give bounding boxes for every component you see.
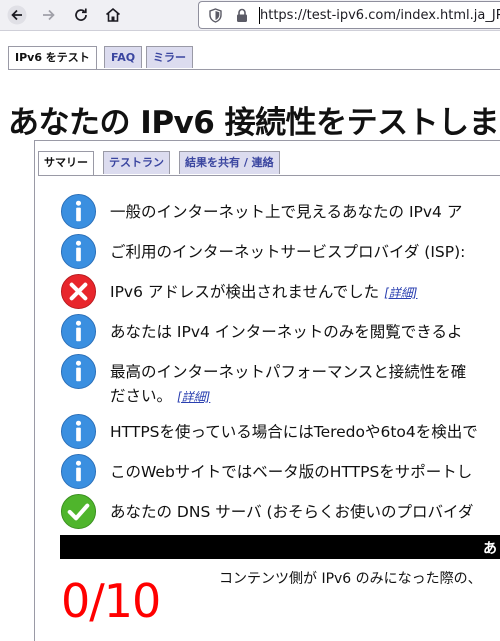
lock-icon[interactable] [236, 8, 248, 27]
result-row: 最高のインターネットパフォーマンスと接続性を確 ださい。 [詳細] [60, 353, 500, 409]
details-link[interactable]: [詳細] [177, 390, 210, 404]
result-text: HTTPSを使っている場合にはTeredoや6to4を検出で [110, 423, 478, 441]
tab-mirrors[interactable]: ミラー [146, 46, 193, 68]
tab-summary[interactable]: サマリー [38, 151, 94, 176]
details-link[interactable]: [詳細] [384, 286, 417, 300]
result-text-continued: ださい。 [詳細] [110, 387, 211, 405]
info-icon [60, 193, 97, 230]
result-text: 一般のインターネット上で見えるあなたの IPv4 ア [110, 203, 463, 221]
url-text[interactable]: https://test-ipv6.com/index.html.ja_JP [260, 8, 500, 23]
tab-share-contact[interactable]: 結果を共有 / 連絡 [179, 151, 280, 174]
reload-icon [75, 8, 87, 21]
tab-divider [8, 69, 500, 70]
info-icon [60, 353, 97, 390]
result-row: HTTPSを使っている場合にはTeredoや6to4を検出で [60, 413, 500, 451]
error-x-icon [60, 273, 97, 310]
page-title: あなたの IPv6 接続性をテストしま [8, 105, 500, 141]
info-icon [60, 233, 97, 270]
result-text: このWebサイトではベータ版のHTTPSをサポートし [110, 463, 473, 481]
tab-test-run[interactable]: テストラン [103, 151, 170, 174]
result-text: あなたは IPv4 インターネットのみを閲覧できるよ [110, 323, 463, 341]
result-row: 一般のインターネット上で見えるあなたの IPv4 ア [60, 193, 500, 231]
inner-tab-divider [38, 175, 500, 176]
result-row: あなたの DNS サーバ (おそらくお使いのプロバイダ [60, 493, 500, 531]
address-bar[interactable]: https://test-ipv6.com/index.html.ja_JP [198, 1, 500, 29]
result-text: あなたの DNS サーバ (おそらくお使いのプロバイダ [110, 503, 474, 521]
readiness-score: 0/10 [61, 574, 161, 628]
result-row: ご利用のインターネットサービスプロバイダ (ISP): [60, 233, 500, 271]
home-icon [105, 7, 121, 22]
info-icon [60, 313, 97, 350]
result-text: 最高のインターネットパフォーマンスと接続性を確 [110, 363, 467, 381]
home-button[interactable] [100, 2, 126, 28]
check-icon [60, 493, 97, 530]
score-header-bar: あ [60, 535, 500, 559]
result-text: IPv6 アドレスが検出されませんでした [詳細] [110, 283, 418, 301]
tab-faq[interactable]: FAQ [104, 46, 143, 68]
score-header-text: あ [483, 541, 497, 557]
result-text: ご利用のインターネットサービスプロバイダ (ISP): [110, 243, 466, 261]
tracking-protection-shield-icon[interactable] [209, 8, 222, 27]
info-icon [60, 413, 97, 450]
browser-toolbar: https://test-ipv6.com/index.html.ja_JP [0, 0, 500, 31]
score-note: コンテンツ側が IPv6 のみになった際の、 [219, 571, 482, 587]
back-arrow-icon [7, 5, 27, 25]
result-row: あなたは IPv4 インターネットのみを閲覧できるよ [60, 313, 500, 351]
result-row: このWebサイトではベータ版のHTTPSをサポートし [60, 453, 500, 491]
tab-test-ipv6[interactable]: IPv6 をテスト [8, 46, 97, 70]
info-icon [60, 453, 97, 490]
forward-button[interactable] [36, 2, 62, 28]
forward-arrow-icon [43, 9, 55, 21]
back-button[interactable] [4, 2, 30, 28]
result-row: IPv6 アドレスが検出されませんでした [詳細] [60, 273, 500, 311]
reload-button[interactable] [68, 2, 94, 28]
